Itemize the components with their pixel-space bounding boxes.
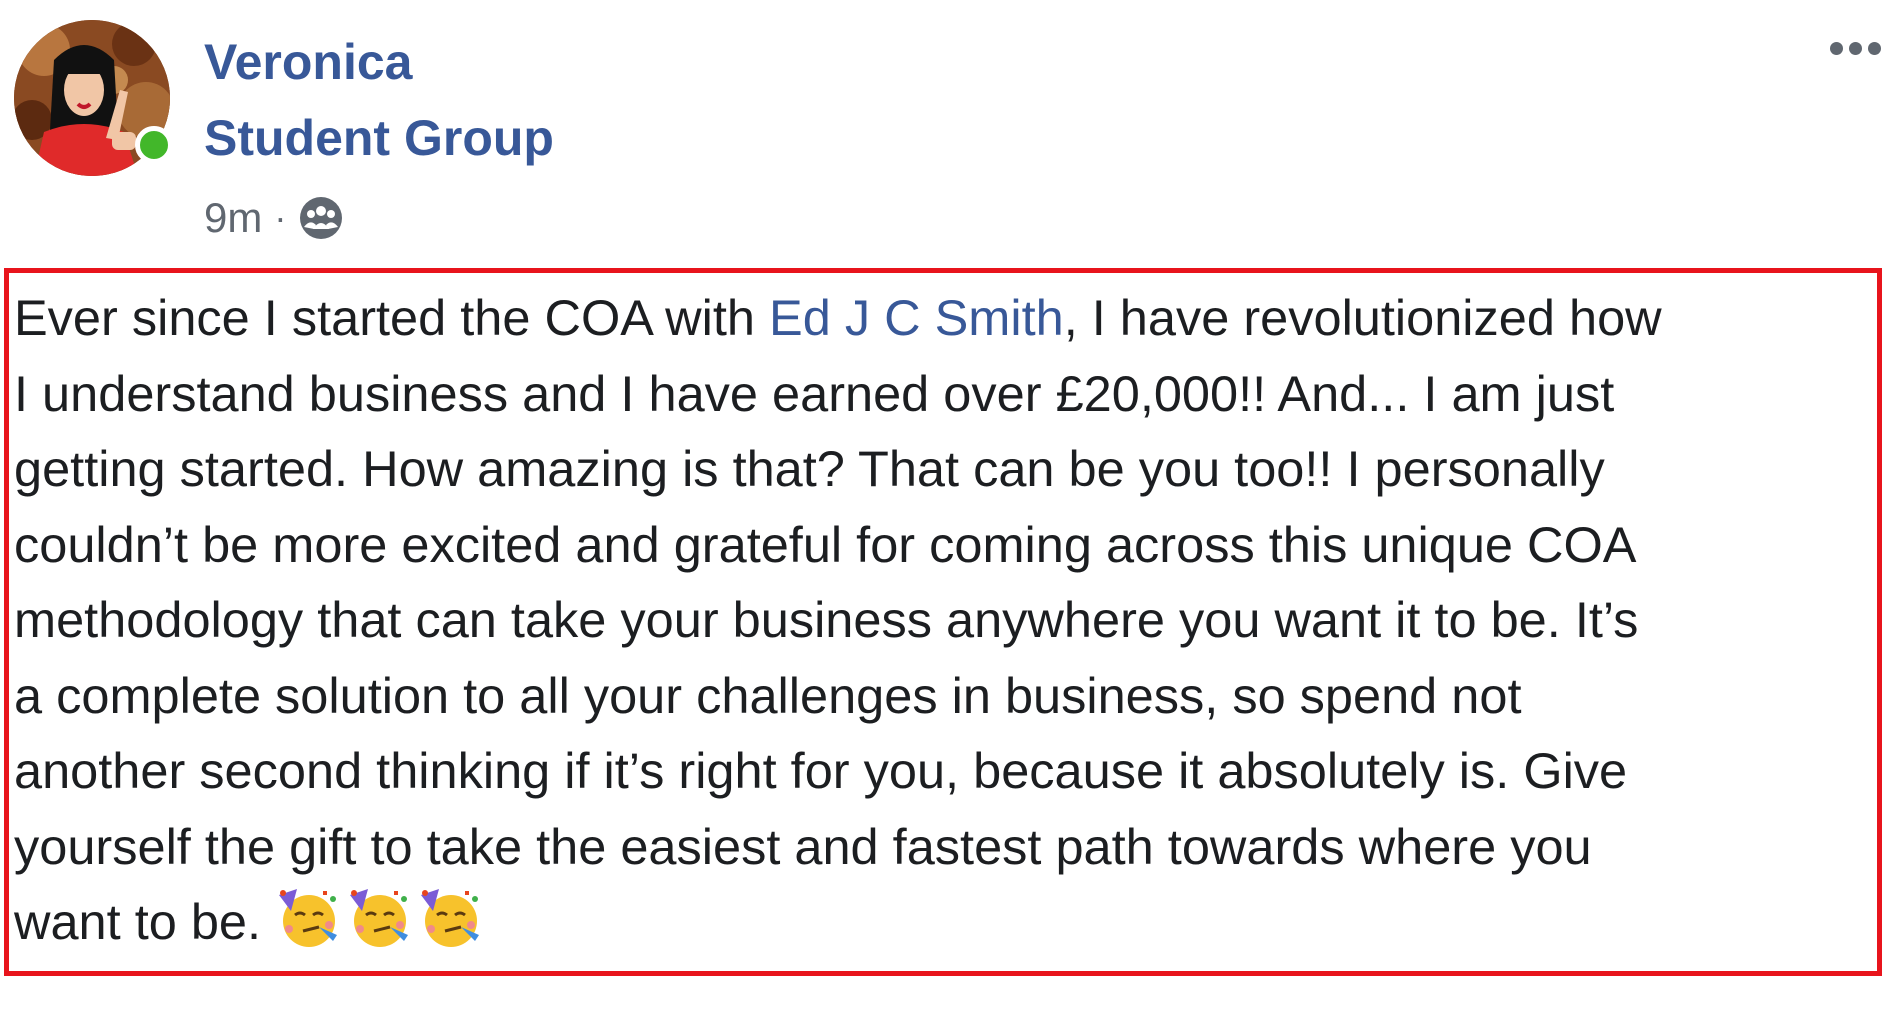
mention-link[interactable]: Ed J C Smith (769, 289, 1064, 346)
author-name-link[interactable]: Veronica (204, 32, 412, 92)
post-line: I understand business and I have earned … (14, 364, 1615, 422)
more-options-icon[interactable] (1820, 30, 1890, 66)
partying-face-emoji (275, 885, 341, 951)
post-line: getting started. How amazing is that? Th… (14, 440, 1605, 497)
post-text-segment: want to be. (14, 893, 276, 950)
post-body: Ever since I started the COA with Ed J C… (14, 280, 1874, 960)
group-name-link[interactable]: Student Group (204, 108, 554, 168)
more-dot (1829, 41, 1843, 55)
more-dot (1867, 41, 1881, 55)
post-line: methodology that can take your business … (14, 591, 1639, 648)
post-line: couldn’t be more excited and grateful fo… (14, 515, 1637, 573)
post-line: yourself the gift to take the easiest an… (14, 817, 1592, 875)
post-line: want to be. (14, 884, 1874, 960)
partying-face-emoji (346, 885, 412, 951)
facebook-post: Veronica Student Group 9m · Ever since I… (0, 0, 1896, 1010)
partying-face-emoji (417, 885, 483, 951)
post-line: Ever since I started the COA with Ed J C… (14, 280, 1874, 356)
meta-separator: · (274, 197, 287, 238)
online-status-indicator (135, 126, 173, 164)
post-meta: 9m · (204, 192, 344, 244)
post-line: another second thinking if it’s right fo… (14, 742, 1628, 799)
post-text-segment: , I have revolutionized how (1063, 289, 1662, 346)
group-audience-icon[interactable] (298, 195, 344, 241)
post-timestamp[interactable]: 9m (204, 194, 262, 242)
post-line: a complete solution to all your challeng… (14, 666, 1522, 724)
post-text-segment: Ever since I started the COA with (14, 289, 770, 346)
more-dot (1848, 41, 1862, 55)
